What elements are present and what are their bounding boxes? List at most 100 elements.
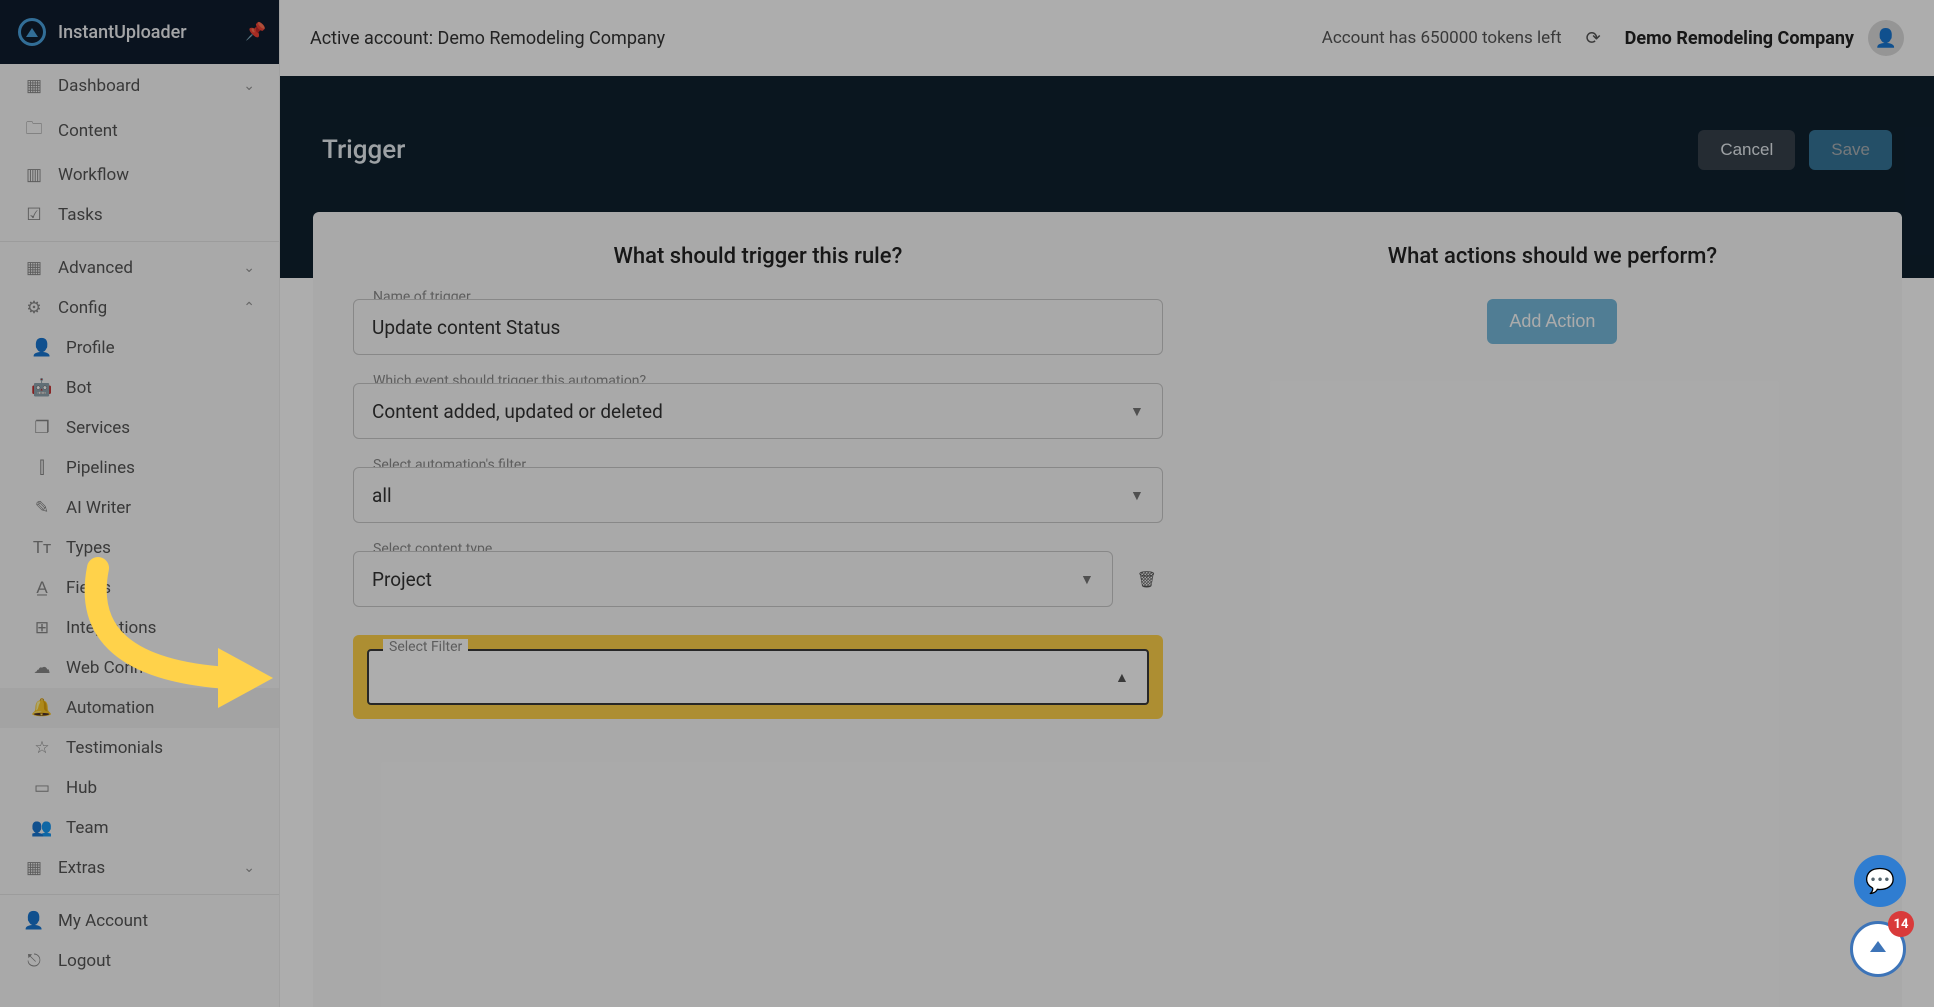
refresh-icon[interactable]: ⟳	[1586, 28, 1601, 49]
sidebar-item-my-account[interactable]: 👤 My Account	[0, 901, 279, 941]
sidebar-item-label: Pipelines	[66, 458, 135, 478]
chevron-down-icon: ⌄	[243, 860, 255, 876]
trigger-name-input[interactable]: Update content Status	[353, 299, 1163, 355]
content-type-row: Select content type Project ▼ 🗑	[353, 551, 1163, 607]
sidebar-item-tasks[interactable]: ☑ Tasks	[0, 195, 279, 235]
trigger-heading: What should trigger this rule?	[353, 244, 1163, 269]
sidebar-item-label: Logout	[58, 951, 111, 971]
sidebar-item-label: AI Writer	[66, 498, 131, 518]
sidebar-item-testimonials[interactable]: ☆Testimonials	[0, 728, 279, 768]
grid-icon: ▦	[24, 258, 44, 278]
sidebar-item-dashboard[interactable]: ▦ Dashboard ⌄	[0, 66, 279, 106]
sidebar: InstantUploader 📌 ▦ Dashboard ⌄ 🗀 Conten…	[0, 0, 280, 1007]
star-icon: ☆	[32, 738, 52, 758]
sidebar-item-label: Fields	[66, 578, 111, 598]
chevron-up-icon: ▲	[1115, 669, 1129, 686]
hub-icon: ▭	[32, 778, 52, 798]
trigger-name-field: Name of trigger Update content Status	[353, 299, 1163, 355]
library-icon: ❐	[32, 418, 52, 438]
actions-column: What actions should we perform? Add Acti…	[1203, 212, 1902, 1007]
sidebar-item-label: Integrations	[66, 618, 156, 638]
field-icon: A̲	[32, 578, 52, 598]
divider	[0, 241, 279, 242]
type-icon: Tт	[32, 538, 52, 558]
sidebar-item-types[interactable]: Tт Types	[0, 528, 279, 568]
sidebar-item-hub[interactable]: ▭Hub	[0, 768, 279, 808]
sidebar-item-label: Bot	[66, 378, 92, 398]
grid4-icon: ▥	[24, 165, 44, 185]
sidebar-item-ai-writer[interactable]: ✎ AI Writer	[0, 488, 279, 528]
select-filter-highlight: Select Filter ▲	[353, 635, 1163, 719]
sidebar-item-label: Workflow	[58, 165, 129, 185]
delete-content-type-button[interactable]: 🗑	[1131, 570, 1163, 589]
cloud-icon: ☁	[32, 658, 52, 678]
pin-icon[interactable]: 📌	[245, 22, 261, 42]
page-header: Trigger Cancel Save	[280, 120, 1934, 180]
sidebar-item-label: My Account	[58, 911, 148, 931]
chevron-down-icon: ▼	[1130, 487, 1144, 504]
chevron-up-icon: ⌃	[243, 300, 255, 316]
sidebar-item-label: Profile	[66, 338, 115, 358]
sidebar-item-profile[interactable]: 👤Profile	[0, 328, 279, 368]
sidebar-item-bot[interactable]: 🤖Bot	[0, 368, 279, 408]
company-name[interactable]: Demo Remodeling Company	[1625, 28, 1854, 49]
add-action-button[interactable]: Add Action	[1487, 299, 1617, 344]
exit-icon: ⎋	[24, 951, 44, 971]
grid-icon: ▦	[24, 858, 44, 878]
brand-logo-icon	[18, 18, 46, 46]
sidebar-item-automation[interactable]: 🔔 Automation	[0, 688, 279, 728]
brand-bar: InstantUploader 📌	[0, 0, 279, 64]
page-title: Trigger	[322, 135, 405, 165]
gear-icon: ⚙	[24, 298, 44, 318]
divider	[0, 894, 279, 895]
sidebar-item-label: Advanced	[58, 258, 133, 278]
sidebar-item-label: Dashboard	[58, 76, 140, 96]
sidebar-item-team[interactable]: 👥Team	[0, 808, 279, 848]
sidebar-item-label: Types	[66, 538, 111, 558]
field-label: Select Filter	[383, 639, 468, 655]
sidebar-item-label: Web Connect	[66, 658, 167, 678]
pipe-icon: ⫿	[32, 458, 52, 478]
team-icon: 👥	[32, 818, 52, 838]
chevron-down-icon: ▼	[1080, 571, 1094, 588]
sidebar-item-label: Content	[58, 121, 118, 141]
trigger-event-select[interactable]: Content added, updated or deleted ▼	[353, 383, 1163, 439]
folder-icon: 🗀	[24, 116, 44, 145]
pencil-icon: ✎	[32, 498, 52, 518]
chevron-down-icon: ⌄	[243, 78, 255, 94]
user-icon: 👤	[24, 911, 44, 931]
active-account-label: Active account: Demo Remodeling Company	[310, 28, 665, 49]
sidebar-item-logout[interactable]: ⎋ Logout	[0, 941, 279, 981]
check-square-icon: ☑	[24, 205, 44, 225]
sidebar-item-label: Tasks	[58, 205, 103, 225]
save-button[interactable]: Save	[1809, 130, 1892, 170]
sidebar-item-web-connect[interactable]: ☁ Web Connect	[0, 648, 279, 688]
trigger-event-field: Which event should trigger this automati…	[353, 383, 1163, 439]
tokens-remaining: Account has 650000 tokens left	[1322, 28, 1562, 48]
main-card: What should trigger this rule? Name of t…	[313, 212, 1902, 1007]
chat-fab[interactable]: 💬	[1854, 855, 1906, 907]
sidebar-item-services[interactable]: ❐Services	[0, 408, 279, 448]
actions-heading: What actions should we perform?	[1243, 244, 1862, 269]
bell-icon: 🔔	[32, 698, 52, 718]
chevron-down-icon: ⌄	[243, 260, 255, 276]
sidebar-item-label: Extras	[58, 858, 105, 878]
select-filter-select[interactable]: ▲	[367, 649, 1149, 705]
sidebar-item-config[interactable]: ⚙ Config ⌃	[0, 288, 279, 328]
sidebar-item-advanced[interactable]: ▦ Advanced ⌄	[0, 248, 279, 288]
sidebar-item-pipelines[interactable]: ⫿ Pipelines	[0, 448, 279, 488]
automation-filter-select[interactable]: all ▼	[353, 467, 1163, 523]
plus-box-icon: ⊞	[32, 618, 52, 638]
sidebar-item-content[interactable]: 🗀 Content	[0, 106, 279, 155]
sidebar-item-extras[interactable]: ▦ Extras ⌄	[0, 848, 279, 888]
sidebar-item-label: Automation	[66, 698, 154, 718]
avatar[interactable]: 👤	[1868, 20, 1904, 56]
sidebar-item-workflow[interactable]: ▥ Workflow	[0, 155, 279, 195]
sidebar-item-fields[interactable]: A̲ Fields	[0, 568, 279, 608]
cancel-button[interactable]: Cancel	[1698, 130, 1795, 170]
sidebar-item-integrations[interactable]: ⊞ Integrations	[0, 608, 279, 648]
chevron-up-icon	[1870, 947, 1886, 952]
sidebar-nav: ▦ Dashboard ⌄ 🗀 Content ▥ Workflow ☑ Tas…	[0, 64, 279, 1007]
chevron-down-icon: ▼	[1130, 403, 1144, 420]
content-type-select[interactable]: Project ▼	[353, 551, 1113, 607]
